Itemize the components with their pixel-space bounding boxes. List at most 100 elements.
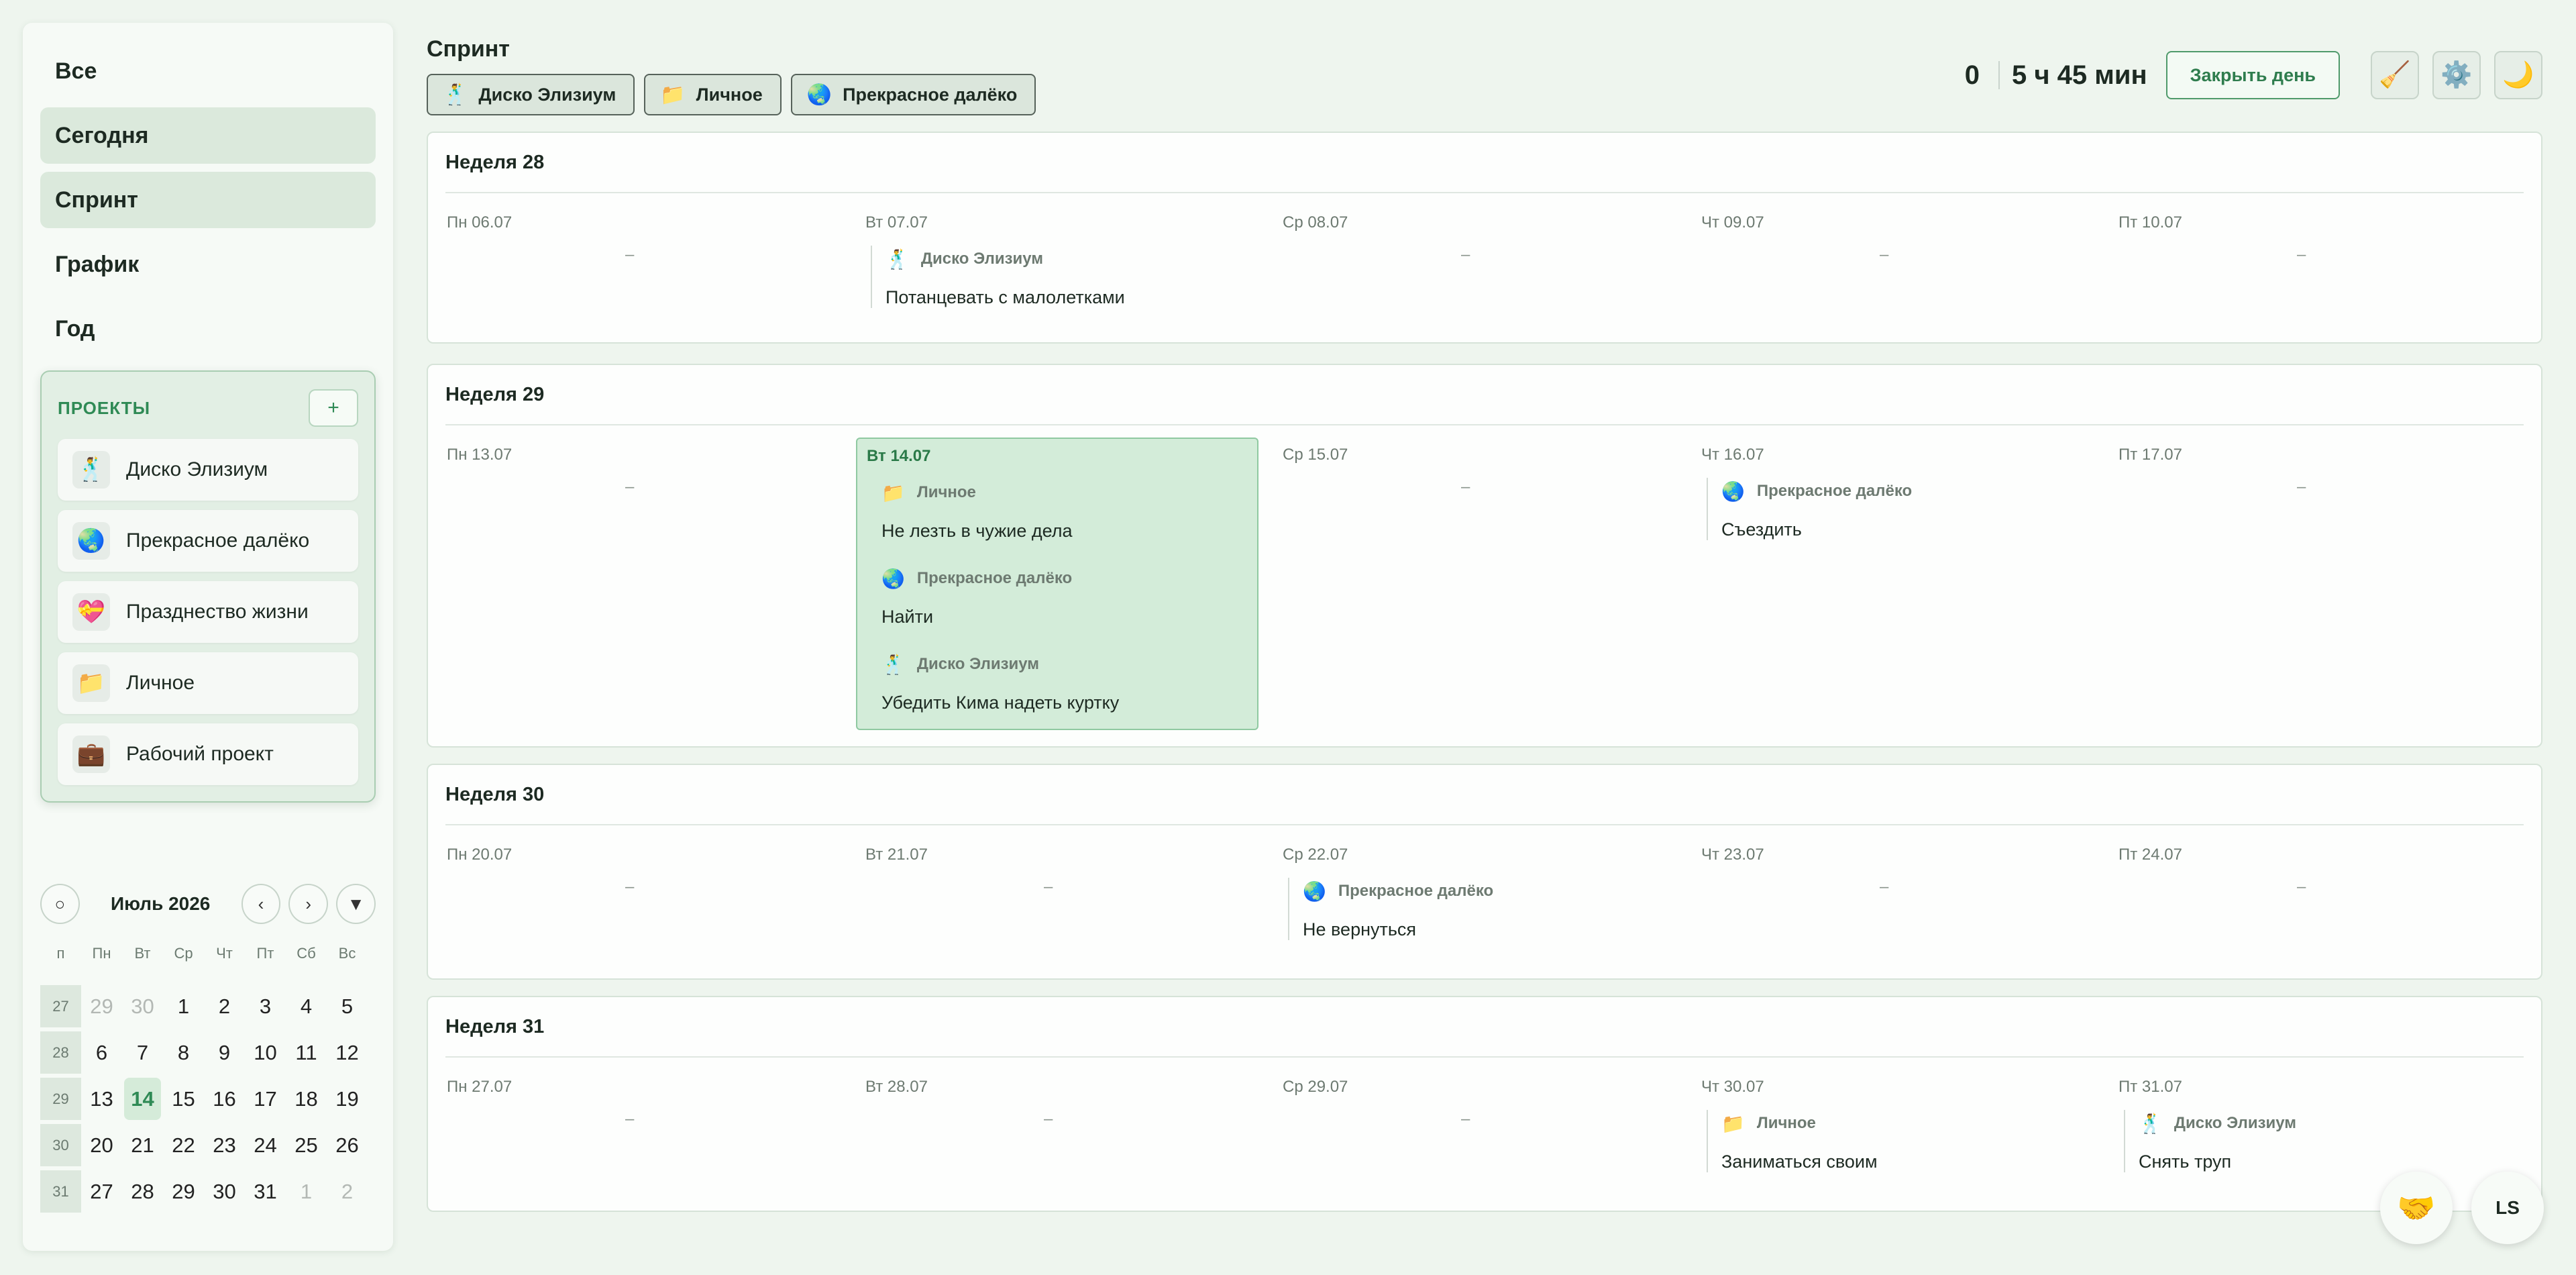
calendar-day[interactable]: 25 [286,1122,327,1168]
moon-icon[interactable]: 🌙 [2494,51,2542,99]
calendar-day[interactable]: 20 [81,1122,122,1168]
nav-item-today[interactable]: Сегодня [40,107,376,164]
calendar-day[interactable]: 17 [245,1076,286,1122]
day-column[interactable]: Пт 10.07 – [2109,213,2512,332]
calendar-weekday-header: Пт [256,945,274,962]
calendar-day[interactable]: 10 [245,1029,286,1076]
day-column[interactable]: Чт 23.07 – [1692,846,2094,968]
project-item-celebration-of-life[interactable]: 💝 Празднество жизни [58,581,358,643]
nav-item-sprint[interactable]: Спринт [40,172,376,228]
project-item-personal[interactable]: 📁 Личное [58,652,358,714]
day-column[interactable]: Чт 09.07 – [1692,213,2094,332]
nav-item-all[interactable]: Все [40,43,376,99]
calendar-day[interactable]: 28 [122,1168,163,1215]
calendar-week-number[interactable]: 27 [40,985,81,1027]
task-project: 🕺 Диско Элизиум [2139,1110,2296,1137]
gear-icon[interactable]: ⚙️ [2432,51,2481,99]
day-column[interactable]: Пн 20.07 – [437,846,840,968]
calendar-day[interactable]: 16 [204,1076,245,1122]
close-day-button[interactable]: Закрыть день [2165,51,2340,99]
project-item-beautiful-far-away[interactable]: 🌏 Прекрасное далёко [58,510,358,572]
calendar-day[interactable]: 8 [163,1029,204,1076]
calendar-grid: п Пн Вт Ср Чт Пт Сб Вс 27 29 30 1 2 3 4 5 28 6 7 8 9 10 11 12 29… [40,937,376,1215]
calendar-prev-button[interactable]: ‹ [241,884,281,924]
calendar-week-number[interactable]: 31 [40,1170,81,1213]
filter-chip-disco-elysium[interactable]: 🕺 Диско Элизиум [427,74,635,115]
day-column[interactable]: Вт 28.07 – [856,1078,1258,1200]
task-item[interactable]: 📁 Личное Заниматься своим [1707,1110,1878,1172]
calendar-day[interactable]: 19 [327,1076,368,1122]
calendar-next-button[interactable]: › [288,884,329,924]
task-project: 📁 Личное [881,479,1073,506]
day-column-today[interactable]: Вт 14.07 📁 Личное Не лезть в чужие дела 🌏 Пре… [856,438,1258,730]
day-column[interactable]: Пт 17.07 – [2109,446,2512,735]
calendar-day[interactable]: 15 [163,1076,204,1122]
calendar-day[interactable]: 11 [286,1029,327,1076]
task-item[interactable]: 🌏 Прекрасное далёко Съездить [1707,478,1912,540]
calendar-day[interactable]: 30 [204,1168,245,1215]
project-item-work[interactable]: 💼 Рабочий проект [58,723,358,785]
calendar-day[interactable]: 1 [163,983,204,1029]
calendar-day[interactable]: 13 [81,1076,122,1122]
calendar-day[interactable]: 3 [245,983,286,1029]
calendar-today-button[interactable]: ○ [40,884,80,924]
day-column[interactable]: Ср 08.07 – [1273,213,1676,332]
calendar-day[interactable]: 29 [81,983,122,1029]
calendar-day[interactable]: 5 [327,983,368,1029]
task-item[interactable]: 🕺 Диско Элизиум Убедить Кима надеть куртку [868,651,1119,713]
day-column[interactable]: Ср 29.07 – [1273,1078,1676,1200]
calendar-day[interactable]: 31 [245,1168,286,1215]
day-column[interactable]: Пт 31.07 🕺 Диско Элизиум Снять труп [2109,1078,2512,1200]
calendar-day[interactable]: 24 [245,1122,286,1168]
calendar-week-number[interactable]: 29 [40,1078,81,1120]
calendar-day[interactable]: 1 [286,1168,327,1215]
day-column[interactable]: Ср 22.07 🌏 Прекрасное далёко Не вернуться [1273,846,1676,968]
day-column[interactable]: Пт 24.07 – [2109,846,2512,968]
calendar-day[interactable]: 21 [122,1122,163,1168]
day-column[interactable]: Пн 06.07 – [437,213,840,332]
calendar-day[interactable]: 2 [204,983,245,1029]
day-column[interactable]: Чт 30.07 📁 Личное Заниматься своим [1692,1078,2094,1200]
task-item[interactable]: 🌏 Прекрасное далёко Найти [868,565,1072,627]
project-item-disco-elysium[interactable]: 🕺 Диско Элизиум [58,439,358,501]
user-avatar-button[interactable]: LS [2471,1172,2544,1244]
day-column[interactable]: Чт 16.07 🌏 Прекрасное далёко Съездить [1692,446,2094,735]
day-column[interactable]: Вт 07.07 🕺 Диско Элизиум Потанцевать с мало… [856,213,1258,332]
day-column[interactable]: Пн 13.07 – [437,446,840,735]
calendar-day[interactable]: 12 [327,1029,368,1076]
nav-item-schedule[interactable]: График [40,236,376,293]
handshake-icon[interactable]: 🤝 [2380,1172,2453,1244]
calendar-day[interactable]: 27 [81,1168,122,1215]
task-item[interactable]: 📁 Личное Не лезть в чужие дела [868,479,1073,542]
calendar-day[interactable]: 30 [122,983,163,1029]
calendar-day[interactable]: 2 [327,1168,368,1215]
calendar-day[interactable]: 6 [81,1029,122,1076]
calendar-expand-button[interactable]: ▼ [336,884,376,924]
day-label: Ср 08.07 [1283,213,1348,232]
calendar-day[interactable]: 18 [286,1076,327,1122]
task-item[interactable]: 🕺 Диско Элизиум Потанцевать с малолетками [871,246,1125,308]
calendar-week-number[interactable]: 28 [40,1031,81,1074]
globe-icon: 🌏 [806,83,833,106]
calendar-day[interactable]: 23 [204,1122,245,1168]
broom-icon[interactable]: 🧹 [2371,51,2419,99]
calendar-day[interactable]: 29 [163,1168,204,1215]
day-column[interactable]: Пн 27.07 – [437,1078,840,1200]
filter-chip-beautiful-far-away[interactable]: 🌏 Прекрасное далёко [790,74,1036,115]
filter-chip-personal[interactable]: 📁 Личное [644,74,782,115]
calendar-week-number[interactable]: 30 [40,1124,81,1166]
calendar-day[interactable]: 9 [204,1029,245,1076]
calendar-day[interactable]: 26 [327,1122,368,1168]
task-item[interactable]: 🕺 Диско Элизиум Снять труп [2124,1110,2296,1172]
calendar-day[interactable]: 22 [163,1122,204,1168]
task-item[interactable]: 🌏 Прекрасное далёко Не вернуться [1288,878,1493,940]
calendar-month-title: Июль 2026 [110,893,211,914]
add-project-button[interactable]: + [309,389,358,427]
calendar-weekday-header: Ср [174,945,193,962]
calendar-day[interactable]: 4 [286,983,327,1029]
day-column[interactable]: Вт 21.07 – [856,846,1258,968]
calendar-day-today[interactable]: 14 [124,1078,161,1120]
calendar-day[interactable]: 7 [122,1029,163,1076]
nav-item-year[interactable]: Год [40,301,376,357]
day-column[interactable]: Ср 15.07 – [1273,446,1676,735]
